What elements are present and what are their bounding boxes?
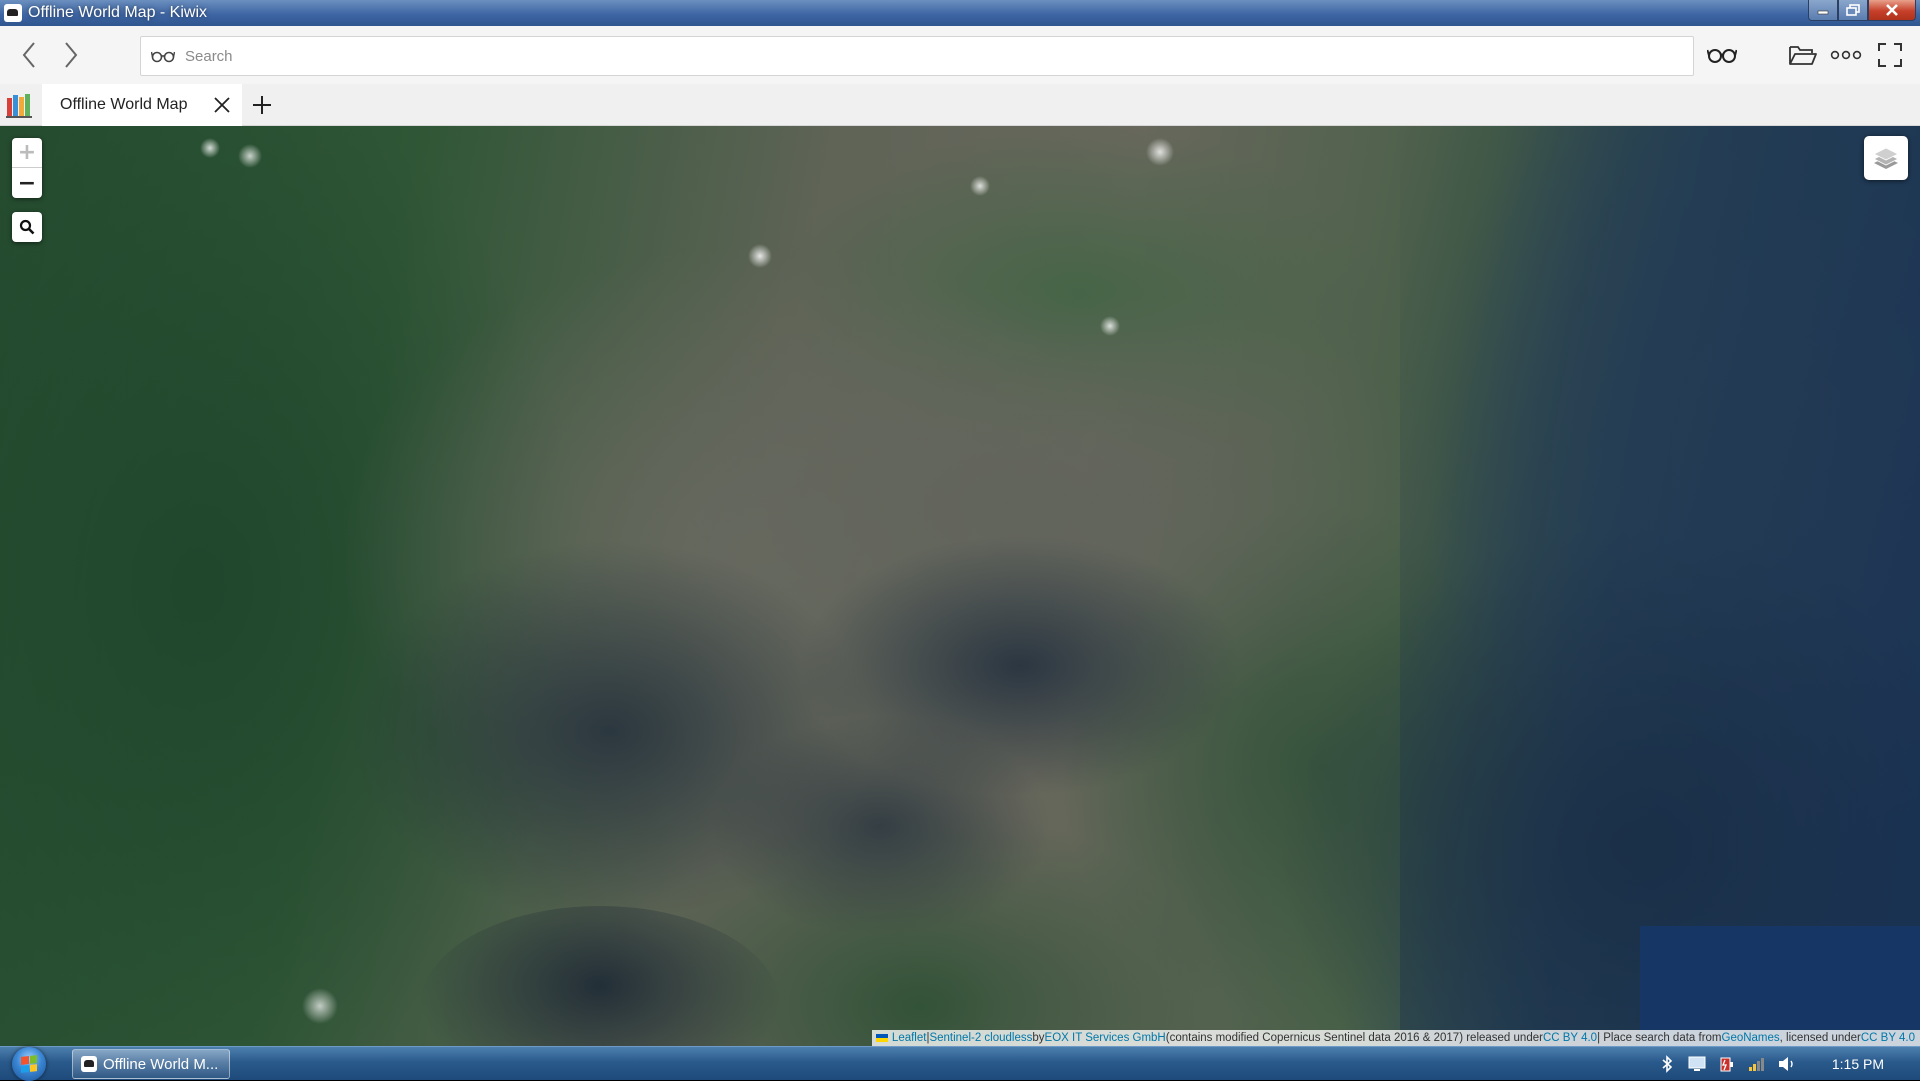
eox-link[interactable]: EOX IT Services GmbH xyxy=(1045,1032,1166,1044)
plus-icon xyxy=(253,96,271,114)
display-icon[interactable] xyxy=(1686,1053,1708,1075)
search-box[interactable] xyxy=(140,36,1694,76)
cc-by-link-2[interactable]: CC BY 4.0 xyxy=(1861,1032,1915,1044)
map-ocean-edge xyxy=(1640,926,1920,1046)
volume-icon[interactable] xyxy=(1776,1053,1798,1075)
magnifier-icon xyxy=(19,219,35,235)
library-button[interactable] xyxy=(6,92,32,118)
system-tray: 1:15 PM xyxy=(1652,1047,1920,1081)
back-button[interactable] xyxy=(14,40,44,70)
geonames-link[interactable]: GeoNames xyxy=(1722,1032,1780,1044)
network-icon[interactable] xyxy=(1746,1053,1768,1075)
taskbar: Offline World M... 1:15 PM xyxy=(0,1046,1920,1081)
tab-bar: Offline World Map xyxy=(0,84,1920,126)
zoom-control: + − xyxy=(12,138,42,198)
back-arrow-icon xyxy=(22,42,35,68)
map-ocean-overlay xyxy=(1400,126,1920,1046)
attribution-licensed: , licensed under xyxy=(1779,1032,1861,1044)
close-button[interactable] xyxy=(1868,0,1916,21)
window-controls xyxy=(1808,0,1916,21)
layers-button[interactable] xyxy=(1864,136,1908,180)
attribution-place-search: | Place search data from xyxy=(1597,1032,1722,1044)
forward-button[interactable] xyxy=(56,40,86,70)
new-tab-button[interactable] xyxy=(251,94,273,116)
map-viewport[interactable]: + − Leaflet | Sentinel-2 cloudless by EO… xyxy=(0,126,1920,1046)
ukraine-flag-icon xyxy=(875,1034,888,1042)
fullscreen-button[interactable] xyxy=(1873,40,1907,70)
open-file-button[interactable] xyxy=(1786,40,1820,70)
zoom-out-button[interactable]: − xyxy=(12,168,42,198)
maximize-icon xyxy=(1846,4,1860,16)
minimize-button[interactable] xyxy=(1808,0,1838,21)
toolbar xyxy=(0,26,1920,84)
folder-open-icon xyxy=(1789,46,1817,65)
search-input[interactable] xyxy=(185,47,1665,65)
minimize-icon xyxy=(1817,10,1829,15)
tab-close-button[interactable] xyxy=(212,95,232,115)
taskbar-app-label: Offline World M... xyxy=(103,1055,219,1073)
taskbar-app-button[interactable]: Offline World M... xyxy=(72,1049,230,1079)
power-icon[interactable] xyxy=(1716,1053,1738,1075)
library-books-icon xyxy=(6,94,32,118)
map-attribution: Leaflet | Sentinel-2 cloudless by EOX IT… xyxy=(871,1030,1920,1046)
window-title: Offline World Map - Kiwix xyxy=(28,4,208,21)
attribution-by: by xyxy=(1032,1032,1045,1044)
forward-arrow-icon xyxy=(65,42,78,68)
taskbar-clock[interactable]: 1:15 PM xyxy=(1832,1056,1884,1072)
fullscreen-icon xyxy=(1878,43,1902,67)
kiwix-app-icon xyxy=(81,1056,97,1072)
tab-offline-world-map[interactable]: Offline World Map xyxy=(42,84,242,126)
glasses-icon xyxy=(1707,49,1737,63)
tab-label: Offline World Map xyxy=(60,96,188,113)
windows-start-icon xyxy=(21,1055,37,1073)
start-button[interactable] xyxy=(12,1047,46,1081)
leaflet-link[interactable]: Leaflet xyxy=(892,1032,927,1044)
maximize-button[interactable] xyxy=(1838,0,1868,21)
reading-glasses-icon xyxy=(151,48,177,64)
layers-icon xyxy=(1873,147,1899,169)
map-search-button[interactable] xyxy=(12,212,42,242)
attribution-contains: (contains modified Copernicus Sentinel d… xyxy=(1165,1032,1543,1044)
menu-button[interactable] xyxy=(1829,40,1863,70)
zoom-in-button[interactable]: + xyxy=(12,138,42,168)
title-bar: Offline World Map - Kiwix xyxy=(0,0,1920,26)
bluetooth-icon[interactable] xyxy=(1656,1053,1678,1075)
sentinel-link[interactable]: Sentinel-2 cloudless xyxy=(929,1032,1032,1044)
reading-mode-button[interactable] xyxy=(1705,40,1739,70)
cc-by-link[interactable]: CC BY 4.0 xyxy=(1543,1032,1597,1044)
more-dots-icon xyxy=(1830,50,1862,60)
close-icon xyxy=(214,97,230,113)
kiwix-app-icon xyxy=(4,4,22,22)
close-icon xyxy=(1886,4,1898,16)
